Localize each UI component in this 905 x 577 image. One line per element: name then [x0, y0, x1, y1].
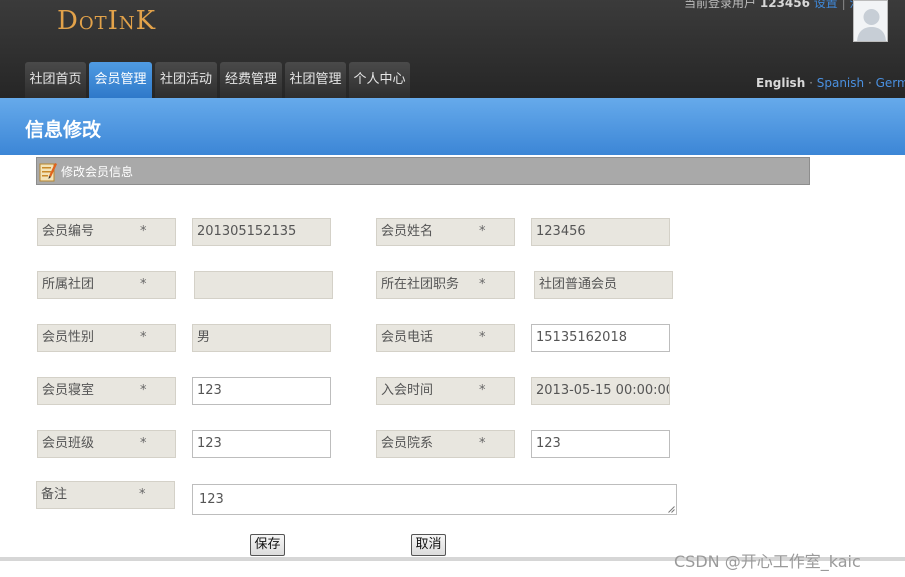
member-name-field: 123456 — [531, 218, 670, 246]
label-class: 会员班级 * — [37, 430, 176, 458]
tab-personal-center[interactable]: 个人中心 — [349, 62, 410, 98]
label-join-time: 入会时间 * — [376, 377, 515, 405]
header: DOTINK 当前登录用户 123456 设置 | 注销 社团首页 会员管理 社… — [0, 0, 905, 98]
label-dorm: 会员寝室 * — [37, 377, 176, 405]
lang-english[interactable]: English — [756, 76, 805, 90]
required-star: * — [479, 330, 486, 345]
required-star: * — [479, 224, 486, 239]
watermark: CSDN @开心工作室_kaic — [674, 552, 861, 571]
required-star: * — [479, 277, 486, 292]
remark-text: 123 — [199, 492, 224, 507]
phone-input[interactable]: 15135162018 — [531, 324, 670, 352]
cancel-button[interactable]: 取消 — [411, 534, 446, 556]
username: 123456 — [759, 0, 810, 10]
club-role-field: 社团普通会员 — [534, 271, 673, 299]
tab-fund-management[interactable]: 经费管理 — [220, 62, 282, 98]
label-remark: 备注 * — [36, 481, 175, 509]
label-member-name: 会员姓名 * — [376, 218, 515, 246]
lang-german[interactable]: German — [876, 76, 905, 90]
required-star: * — [479, 383, 486, 398]
required-star: * — [139, 487, 146, 502]
class-input[interactable]: 123 — [192, 430, 331, 458]
section-title: 修改会员信息 — [61, 165, 134, 179]
user-prefix: 当前登录用户 — [684, 0, 757, 10]
user-avatar-icon — [854, 1, 887, 41]
save-button[interactable]: 保存 — [250, 534, 285, 556]
user-info: 当前登录用户 123456 设置 | 注销 — [684, 0, 874, 11]
label-club-role: 所在社团职务 * — [376, 271, 515, 299]
required-star: * — [140, 224, 147, 239]
member-id-field: 201305152135 — [192, 218, 331, 246]
required-star: * — [140, 330, 147, 345]
department-input[interactable]: 123 — [531, 430, 670, 458]
required-star: * — [479, 436, 486, 451]
tab-club-management[interactable]: 社团管理 — [285, 62, 346, 98]
required-star: * — [140, 277, 147, 292]
club-field — [194, 271, 333, 299]
label-phone: 会员电话 * — [376, 324, 515, 352]
edit-document-icon — [39, 163, 57, 182]
tab-club-activities[interactable]: 社团活动 — [155, 62, 217, 98]
settings-link[interactable]: 设置 — [814, 0, 838, 10]
page-title: 信息修改 — [25, 119, 102, 141]
remark-textarea[interactable]: 123 — [192, 484, 677, 515]
language-switcher: English · Spanish · German — [756, 76, 905, 90]
join-time-field: 2013-05-15 00:00:00.0 — [531, 377, 670, 405]
lang-spanish[interactable]: Spanish — [817, 76, 864, 90]
tab-member-management[interactable]: 会员管理 — [89, 62, 152, 98]
section-header: 修改会员信息 — [36, 157, 810, 185]
required-star: * — [140, 436, 147, 451]
dorm-input[interactable]: 123 — [192, 377, 331, 405]
required-star: * — [140, 383, 147, 398]
tab-club-home[interactable]: 社团首页 — [25, 62, 86, 98]
resize-handle-icon[interactable] — [668, 506, 675, 513]
label-gender: 会员性别 * — [37, 324, 176, 352]
label-club: 所属社团 * — [37, 271, 176, 299]
label-department: 会员院系 * — [376, 430, 515, 458]
avatar[interactable] — [853, 0, 888, 42]
label-member-id: 会员编号 * — [37, 218, 176, 246]
page-banner: 信息修改 — [0, 98, 905, 155]
logo: DOTINK — [57, 6, 157, 36]
gender-field: 男 — [192, 324, 331, 352]
